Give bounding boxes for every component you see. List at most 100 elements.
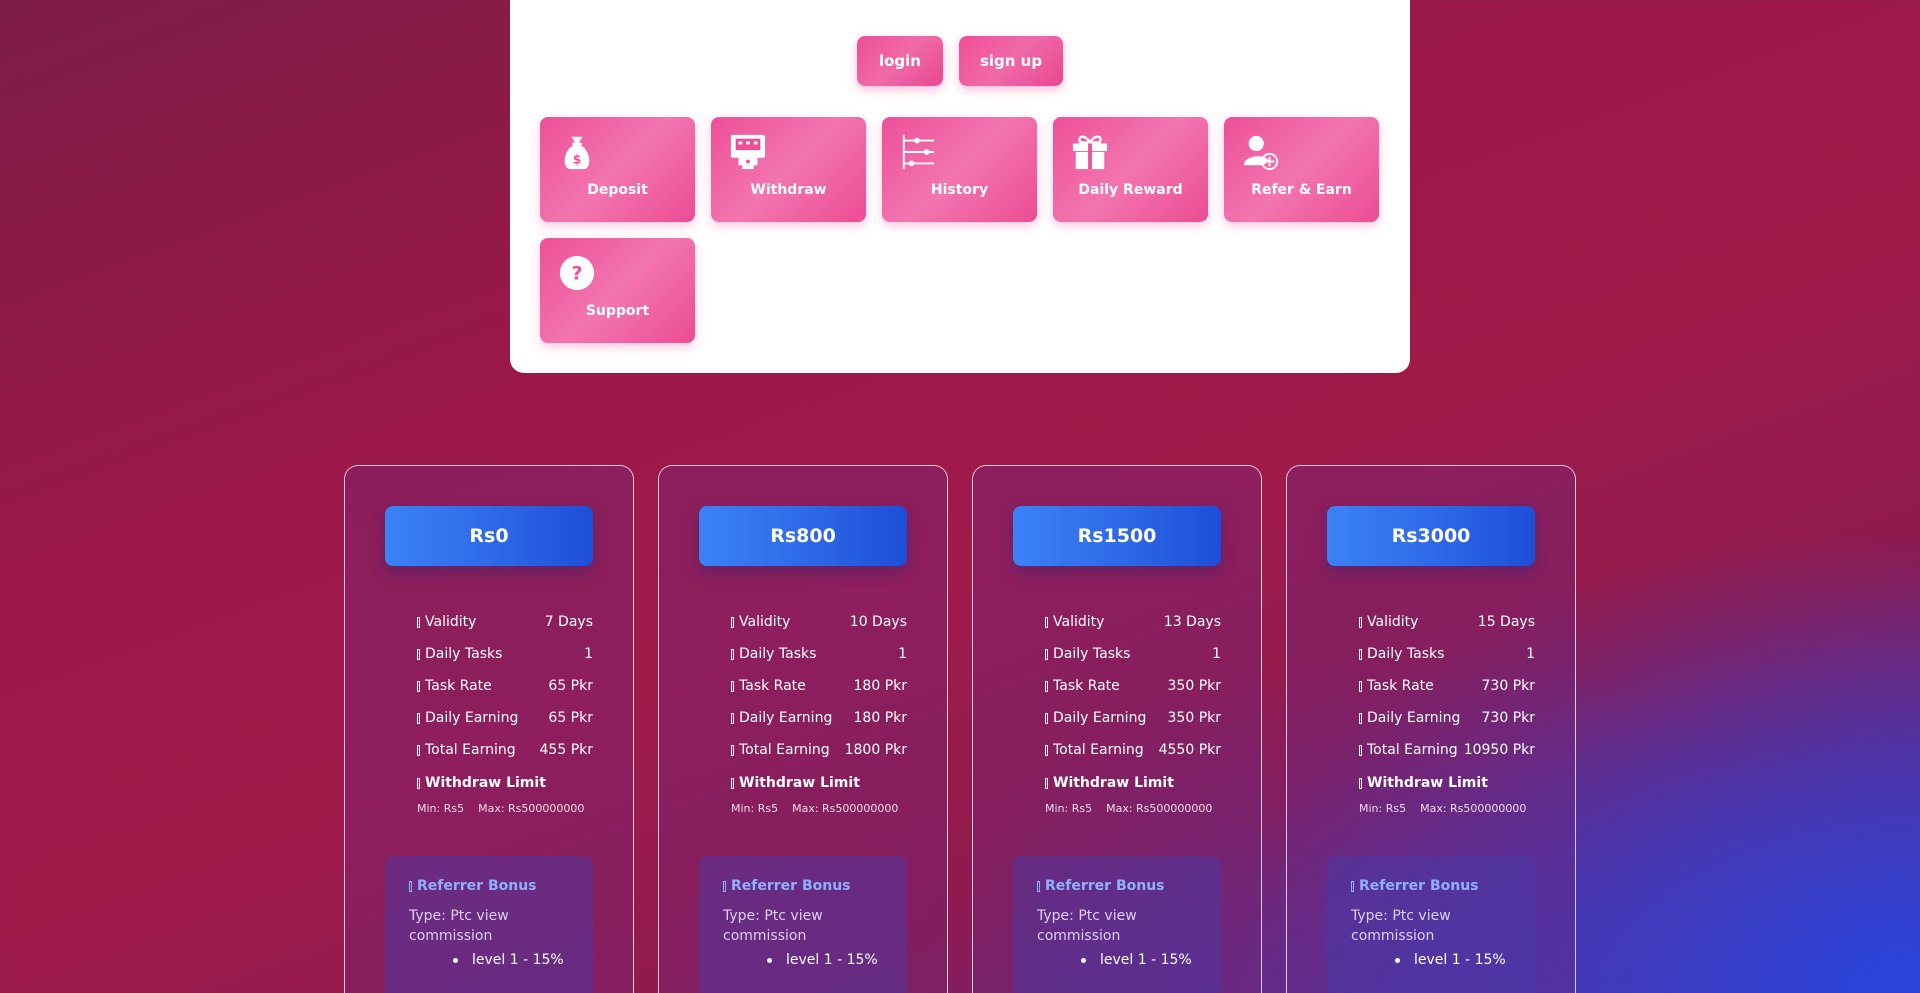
withdraw-max: Max: Rs500000000 <box>792 801 899 815</box>
plan-price-button[interactable]: Rs1500 <box>1013 506 1221 566</box>
plan-details: Validity 13 Days Daily Tasks 1 Task Rate… <box>1045 606 1221 820</box>
row-label: Task Rate <box>739 678 806 694</box>
tile-label: History <box>930 182 989 198</box>
withdraw-limit-values: Min: Rs5 Max: Rs500000000 <box>1359 796 1535 820</box>
daily-tasks-value: 1 <box>898 646 907 662</box>
daily-tasks-row: Daily Tasks 1 <box>731 638 907 670</box>
task-rate-row: Task Rate 180 Pkr <box>731 670 907 702</box>
bullet-icon <box>1359 744 1362 756</box>
daily-earning-row: Daily Earning 180 Pkr <box>731 702 907 734</box>
daily-earning-row: Daily Earning 350 Pkr <box>1045 702 1221 734</box>
daily-tasks-row: Daily Tasks 1 <box>417 638 593 670</box>
task-rate-row: Task Rate 730 Pkr <box>1359 670 1535 702</box>
bullet-icon <box>1045 712 1048 724</box>
referrer-bonus-box: Referrer Bonus Type: Ptc view commission… <box>1327 856 1535 993</box>
referrer-level-item: level 1 - 15% <box>1081 952 1192 968</box>
daily-reward-tile[interactable]: Daily Reward <box>1053 117 1208 222</box>
login-button[interactable]: login <box>857 36 943 86</box>
task-rate-value: 180 Pkr <box>853 678 907 694</box>
withdraw-limit-values: Min: Rs5 Max: Rs500000000 <box>731 796 907 820</box>
validity-value: 10 Days <box>849 614 907 630</box>
withdraw-limit-values: Min: Rs5 Max: Rs500000000 <box>417 796 593 820</box>
plan-price-button[interactable]: Rs800 <box>699 506 907 566</box>
row-label: Total Earning <box>425 742 516 758</box>
plan-card: Rs1500 Validity 13 Days Daily Tasks 1 Ta… <box>972 465 1262 993</box>
withdraw-min: Min: Rs5 <box>1045 801 1093 815</box>
row-label: Total Earning <box>1053 742 1144 758</box>
history-sliders-icon <box>902 134 935 170</box>
refer-earn-tile[interactable]: Refer & Earn <box>1224 117 1379 222</box>
validity-value: 13 Days <box>1163 614 1221 630</box>
total-earning-row: Total Earning 10950 Pkr <box>1359 734 1535 766</box>
bullet-icon <box>731 744 734 756</box>
history-tile[interactable]: History <box>882 117 1037 222</box>
tile-label: Support <box>585 303 650 319</box>
plan-details: Validity 10 Days Daily Tasks 1 Task Rate… <box>731 606 907 820</box>
row-label: Validity <box>1367 614 1419 630</box>
bullet-icon <box>731 680 734 692</box>
bullet-icon <box>1351 880 1354 892</box>
list-bullet-icon <box>767 957 772 963</box>
top-panel: login sign up $ Deposit Withdraw History… <box>510 0 1410 373</box>
withdraw-min: Min: Rs5 <box>731 801 779 815</box>
task-rate-row: Task Rate 350 Pkr <box>1045 670 1221 702</box>
svg-text:$: $ <box>573 152 582 166</box>
referrer-bonus-title: Referrer Bonus <box>409 878 537 894</box>
list-bullet-icon <box>1081 957 1086 963</box>
total-earning-value: 4550 Pkr <box>1158 742 1221 758</box>
validity-row: Validity 10 Days <box>731 606 907 638</box>
bullet-icon <box>1359 712 1362 724</box>
referrer-bonus-type: Type: Ptc view commission <box>409 908 509 944</box>
referrer-bonus-type: Type: Ptc view commission <box>1351 908 1451 944</box>
total-earning-value: 455 Pkr <box>539 742 593 758</box>
referrer-level-item: level 1 - 15% <box>767 952 878 968</box>
referrer-bonus-box: Referrer Bonus Type: Ptc view commission… <box>699 856 907 993</box>
row-label: Task Rate <box>425 678 492 694</box>
plan-price-button[interactable]: Rs0 <box>385 506 593 566</box>
total-earning-row: Total Earning 1800 Pkr <box>731 734 907 766</box>
withdraw-limit-heading: Withdraw Limit <box>1359 770 1535 796</box>
row-label: Validity <box>739 614 791 630</box>
withdraw-tile[interactable]: Withdraw <box>711 117 866 222</box>
validity-value: 7 Days <box>544 614 593 630</box>
row-label: Daily Tasks <box>1053 646 1131 662</box>
list-bullet-icon <box>453 957 458 963</box>
task-rate-row: Task Rate 65 Pkr <box>417 670 593 702</box>
row-label: Validity <box>1053 614 1105 630</box>
plan-card: Rs3000 Validity 15 Days Daily Tasks 1 Ta… <box>1286 465 1576 993</box>
total-earning-value: 1800 Pkr <box>844 742 907 758</box>
referrer-bonus-box: Referrer Bonus Type: Ptc view commission… <box>1013 856 1221 993</box>
validity-value: 15 Days <box>1477 614 1535 630</box>
support-tile[interactable]: ? Support <box>540 238 695 343</box>
row-label: Total Earning <box>739 742 830 758</box>
daily-earning-value: 180 Pkr <box>853 710 907 726</box>
plan-card: Rs0 Validity 7 Days Daily Tasks 1 Task R… <box>344 465 634 993</box>
plan-details: Validity 15 Days Daily Tasks 1 Task Rate… <box>1359 606 1535 820</box>
bullet-icon <box>1045 680 1048 692</box>
plan-price-button[interactable]: Rs3000 <box>1327 506 1535 566</box>
money-bag-icon: $ <box>564 136 590 170</box>
atm-icon <box>730 134 766 170</box>
row-label: Total Earning <box>1367 742 1458 758</box>
bullet-icon <box>1359 777 1362 789</box>
tile-label: Deposit <box>587 182 648 198</box>
validity-row: Validity 15 Days <box>1359 606 1535 638</box>
total-earning-row: Total Earning 455 Pkr <box>417 734 593 766</box>
withdraw-max: Max: Rs500000000 <box>478 801 585 815</box>
bullet-icon <box>731 712 734 724</box>
withdraw-min: Min: Rs5 <box>1359 801 1407 815</box>
row-label: Validity <box>425 614 477 630</box>
row-label: Daily Earning <box>425 710 519 726</box>
withdraw-max: Max: Rs500000000 <box>1420 801 1527 815</box>
total-earning-value: 10950 Pkr <box>1463 742 1535 758</box>
bullet-icon <box>1359 616 1362 628</box>
row-label: Task Rate <box>1053 678 1120 694</box>
referrer-level-item: level 1 - 15% <box>1395 952 1506 968</box>
deposit-tile[interactable]: $ Deposit <box>540 117 695 222</box>
bullet-icon <box>1045 744 1048 756</box>
signup-button[interactable]: sign up <box>959 36 1063 86</box>
bullet-icon <box>417 616 420 628</box>
bullet-icon <box>417 712 420 724</box>
referrer-bonus-title: Referrer Bonus <box>723 878 851 894</box>
svg-text:?: ? <box>571 263 582 285</box>
